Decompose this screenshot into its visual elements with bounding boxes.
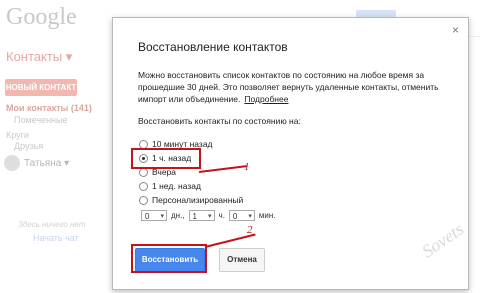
start-chat-link[interactable]: Начать чат (33, 233, 79, 243)
annotation-highlight-option (131, 148, 201, 169)
new-contact-button[interactable]: НОВЫЙ КОНТАКТ (5, 79, 77, 96)
option-custom[interactable]: Персонализированный (139, 195, 243, 205)
custom-time-row: 0 дн., 1 ч. 0 мин. (141, 210, 276, 222)
sidebar-item-my-contacts[interactable]: Мои контакты (141) (6, 103, 92, 113)
annotation-highlight-button (131, 244, 207, 273)
radio-button[interactable] (139, 195, 148, 205)
more-info-link[interactable]: Подробнее (244, 94, 288, 104)
days-select[interactable]: 0 (141, 210, 167, 222)
chat-empty-note: Здесь ничего нет (18, 220, 86, 229)
sidebar-item-friends[interactable]: Друзья (14, 141, 43, 151)
hours-select[interactable]: 1 (188, 210, 215, 222)
app-title[interactable]: Контакты ▾ (6, 49, 72, 65)
google-logo: Google (6, 4, 77, 30)
option-1-week[interactable]: 1 нед. назад (139, 181, 201, 191)
avatar (4, 155, 20, 171)
annotation-underline-1 (198, 165, 247, 173)
chat-user[interactable]: Татьяна ▾ (4, 155, 69, 171)
annotation-number-2: 2 (247, 224, 253, 236)
sidebar-item-starred[interactable]: Помеченные (14, 115, 67, 125)
restore-contacts-dialog: × Восстановление контактов Можно восстан… (112, 17, 469, 290)
dialog-title: Восстановление контактов (138, 40, 288, 54)
minutes-unit: мин. (258, 211, 276, 220)
cancel-button[interactable]: Отмена (219, 248, 265, 272)
days-unit: дн., (171, 211, 185, 220)
annotation-number-1: 1 (244, 161, 250, 173)
sidebar-item-circles[interactable]: Круги (6, 130, 29, 140)
close-icon[interactable]: × (452, 23, 459, 37)
radio-button[interactable] (139, 181, 148, 191)
hours-unit: ч. (218, 211, 225, 220)
dialog-description: Можно восстановить список контактов по с… (138, 70, 439, 104)
user-name: Татьяна ▾ (24, 157, 70, 169)
minutes-select[interactable]: 0 (228, 210, 255, 222)
restore-to-label: Восстановить контакты по состоянию на: (138, 116, 301, 126)
